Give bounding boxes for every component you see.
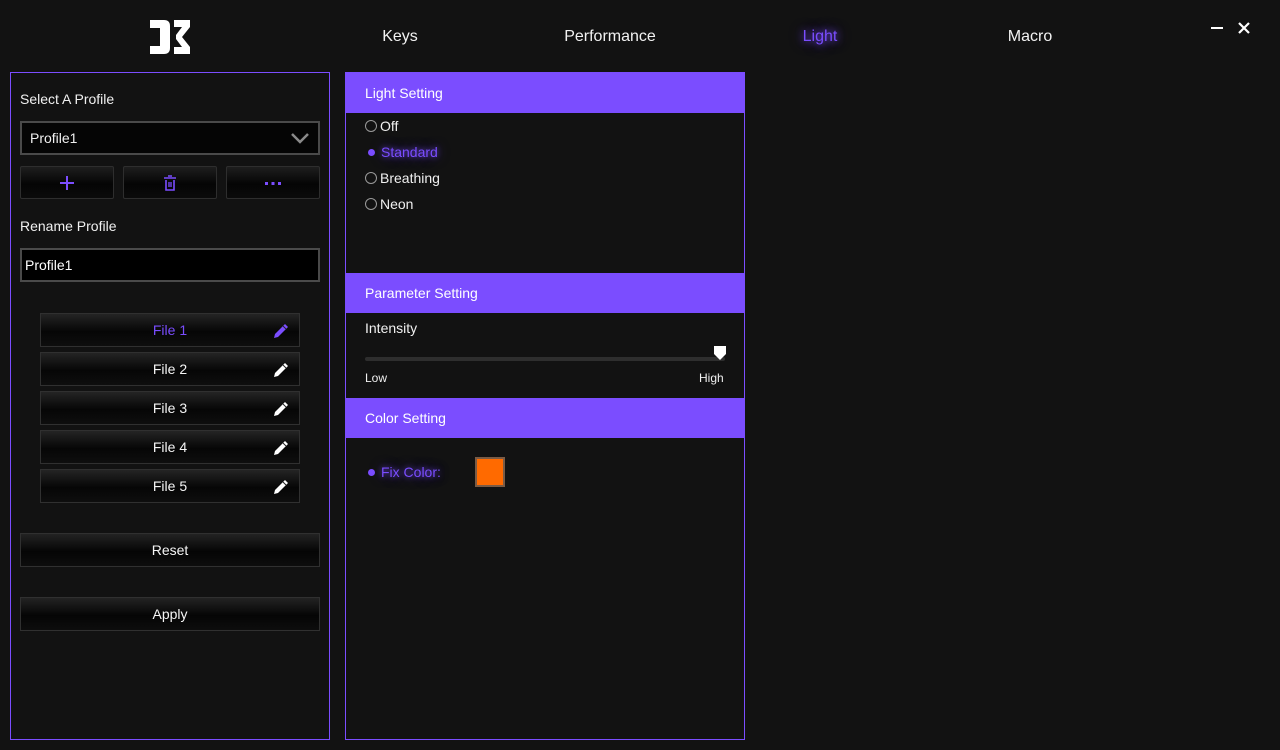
profile-dropdown-value: Profile1 <box>30 130 78 146</box>
light-mode-standard[interactable]: Standard <box>365 142 438 162</box>
light-mode-breathing[interactable]: Breathing <box>365 168 440 188</box>
light-mode-label: Off <box>380 118 399 134</box>
pencil-icon[interactable] <box>271 399 291 419</box>
intensity-high-label: High <box>699 371 724 385</box>
file-1-button[interactable]: File 1 <box>40 313 300 347</box>
light-mode-label: Standard <box>381 144 438 160</box>
ellipsis-icon <box>265 181 281 185</box>
rename-profile-input[interactable]: Profile1 <box>20 248 320 282</box>
tab-light[interactable]: Light <box>790 26 850 48</box>
top-bar: Keys Performance Light Macro <box>0 0 1280 72</box>
profile-panel: Select A Profile Profile1 Rename Profile… <box>10 72 330 740</box>
more-options-button[interactable] <box>226 166 320 199</box>
profile-dropdown[interactable]: Profile1 <box>20 121 320 155</box>
plus-icon <box>60 175 74 190</box>
light-mode-label: Neon <box>380 196 414 212</box>
file-3-label: File 3 <box>152 400 188 416</box>
pencil-icon[interactable] <box>271 360 291 380</box>
file-1-label: File 1 <box>152 322 188 338</box>
trash-icon <box>164 174 176 191</box>
file-3-button[interactable]: File 3 <box>40 391 300 425</box>
add-profile-button[interactable] <box>20 166 114 199</box>
app-window: Keys Performance Light Macro Select A Pr… <box>0 0 1280 750</box>
fix-color-swatch[interactable] <box>475 457 505 487</box>
delete-profile-button[interactable] <box>123 166 217 199</box>
pencil-icon[interactable] <box>271 438 291 458</box>
light-mode-off[interactable]: Off <box>365 116 398 136</box>
file-2-label: File 2 <box>152 361 188 377</box>
tab-performance[interactable]: Performance <box>556 26 664 48</box>
tab-keys[interactable]: Keys <box>368 26 432 48</box>
fix-color-label: Fix Color: <box>381 464 441 480</box>
file-5-label: File 5 <box>152 478 188 494</box>
radio-icon <box>365 198 377 210</box>
pencil-icon[interactable] <box>271 477 291 497</box>
brand-logo <box>150 20 190 54</box>
chevron-down-icon <box>291 133 309 144</box>
parameter-setting-header: Parameter Setting <box>346 273 744 313</box>
file-4-label: File 4 <box>152 439 188 455</box>
radio-icon <box>365 120 377 132</box>
radio-selected-icon <box>368 148 375 156</box>
intensity-label: Intensity <box>365 320 418 336</box>
minimize-icon[interactable] <box>1209 20 1225 36</box>
color-setting-header: Color Setting <box>346 398 744 438</box>
file-5-button[interactable]: File 5 <box>40 469 300 503</box>
apply-button[interactable]: Apply <box>20 597 320 631</box>
light-mode-neon[interactable]: Neon <box>365 194 413 214</box>
rename-profile-label: Rename Profile <box>20 218 117 234</box>
intensity-slider-track[interactable] <box>365 357 725 361</box>
tab-macro[interactable]: Macro <box>998 26 1062 48</box>
radio-selected-icon <box>368 468 375 476</box>
light-setting-header: Light Setting <box>346 73 744 113</box>
file-4-button[interactable]: File 4 <box>40 430 300 464</box>
fix-color-option[interactable]: Fix Color: <box>365 462 441 482</box>
intensity-slider-thumb[interactable] <box>713 345 727 361</box>
light-mode-label: Breathing <box>380 170 440 186</box>
reset-button[interactable]: Reset <box>20 533 320 567</box>
file-2-button[interactable]: File 2 <box>40 352 300 386</box>
settings-panel: Light Setting Off Standard Breathing Neo… <box>345 72 745 740</box>
select-profile-label: Select A Profile <box>20 91 115 107</box>
intensity-low-label: Low <box>365 371 388 385</box>
close-icon[interactable] <box>1236 20 1252 36</box>
pencil-icon[interactable] <box>271 321 291 341</box>
radio-icon <box>365 172 377 184</box>
